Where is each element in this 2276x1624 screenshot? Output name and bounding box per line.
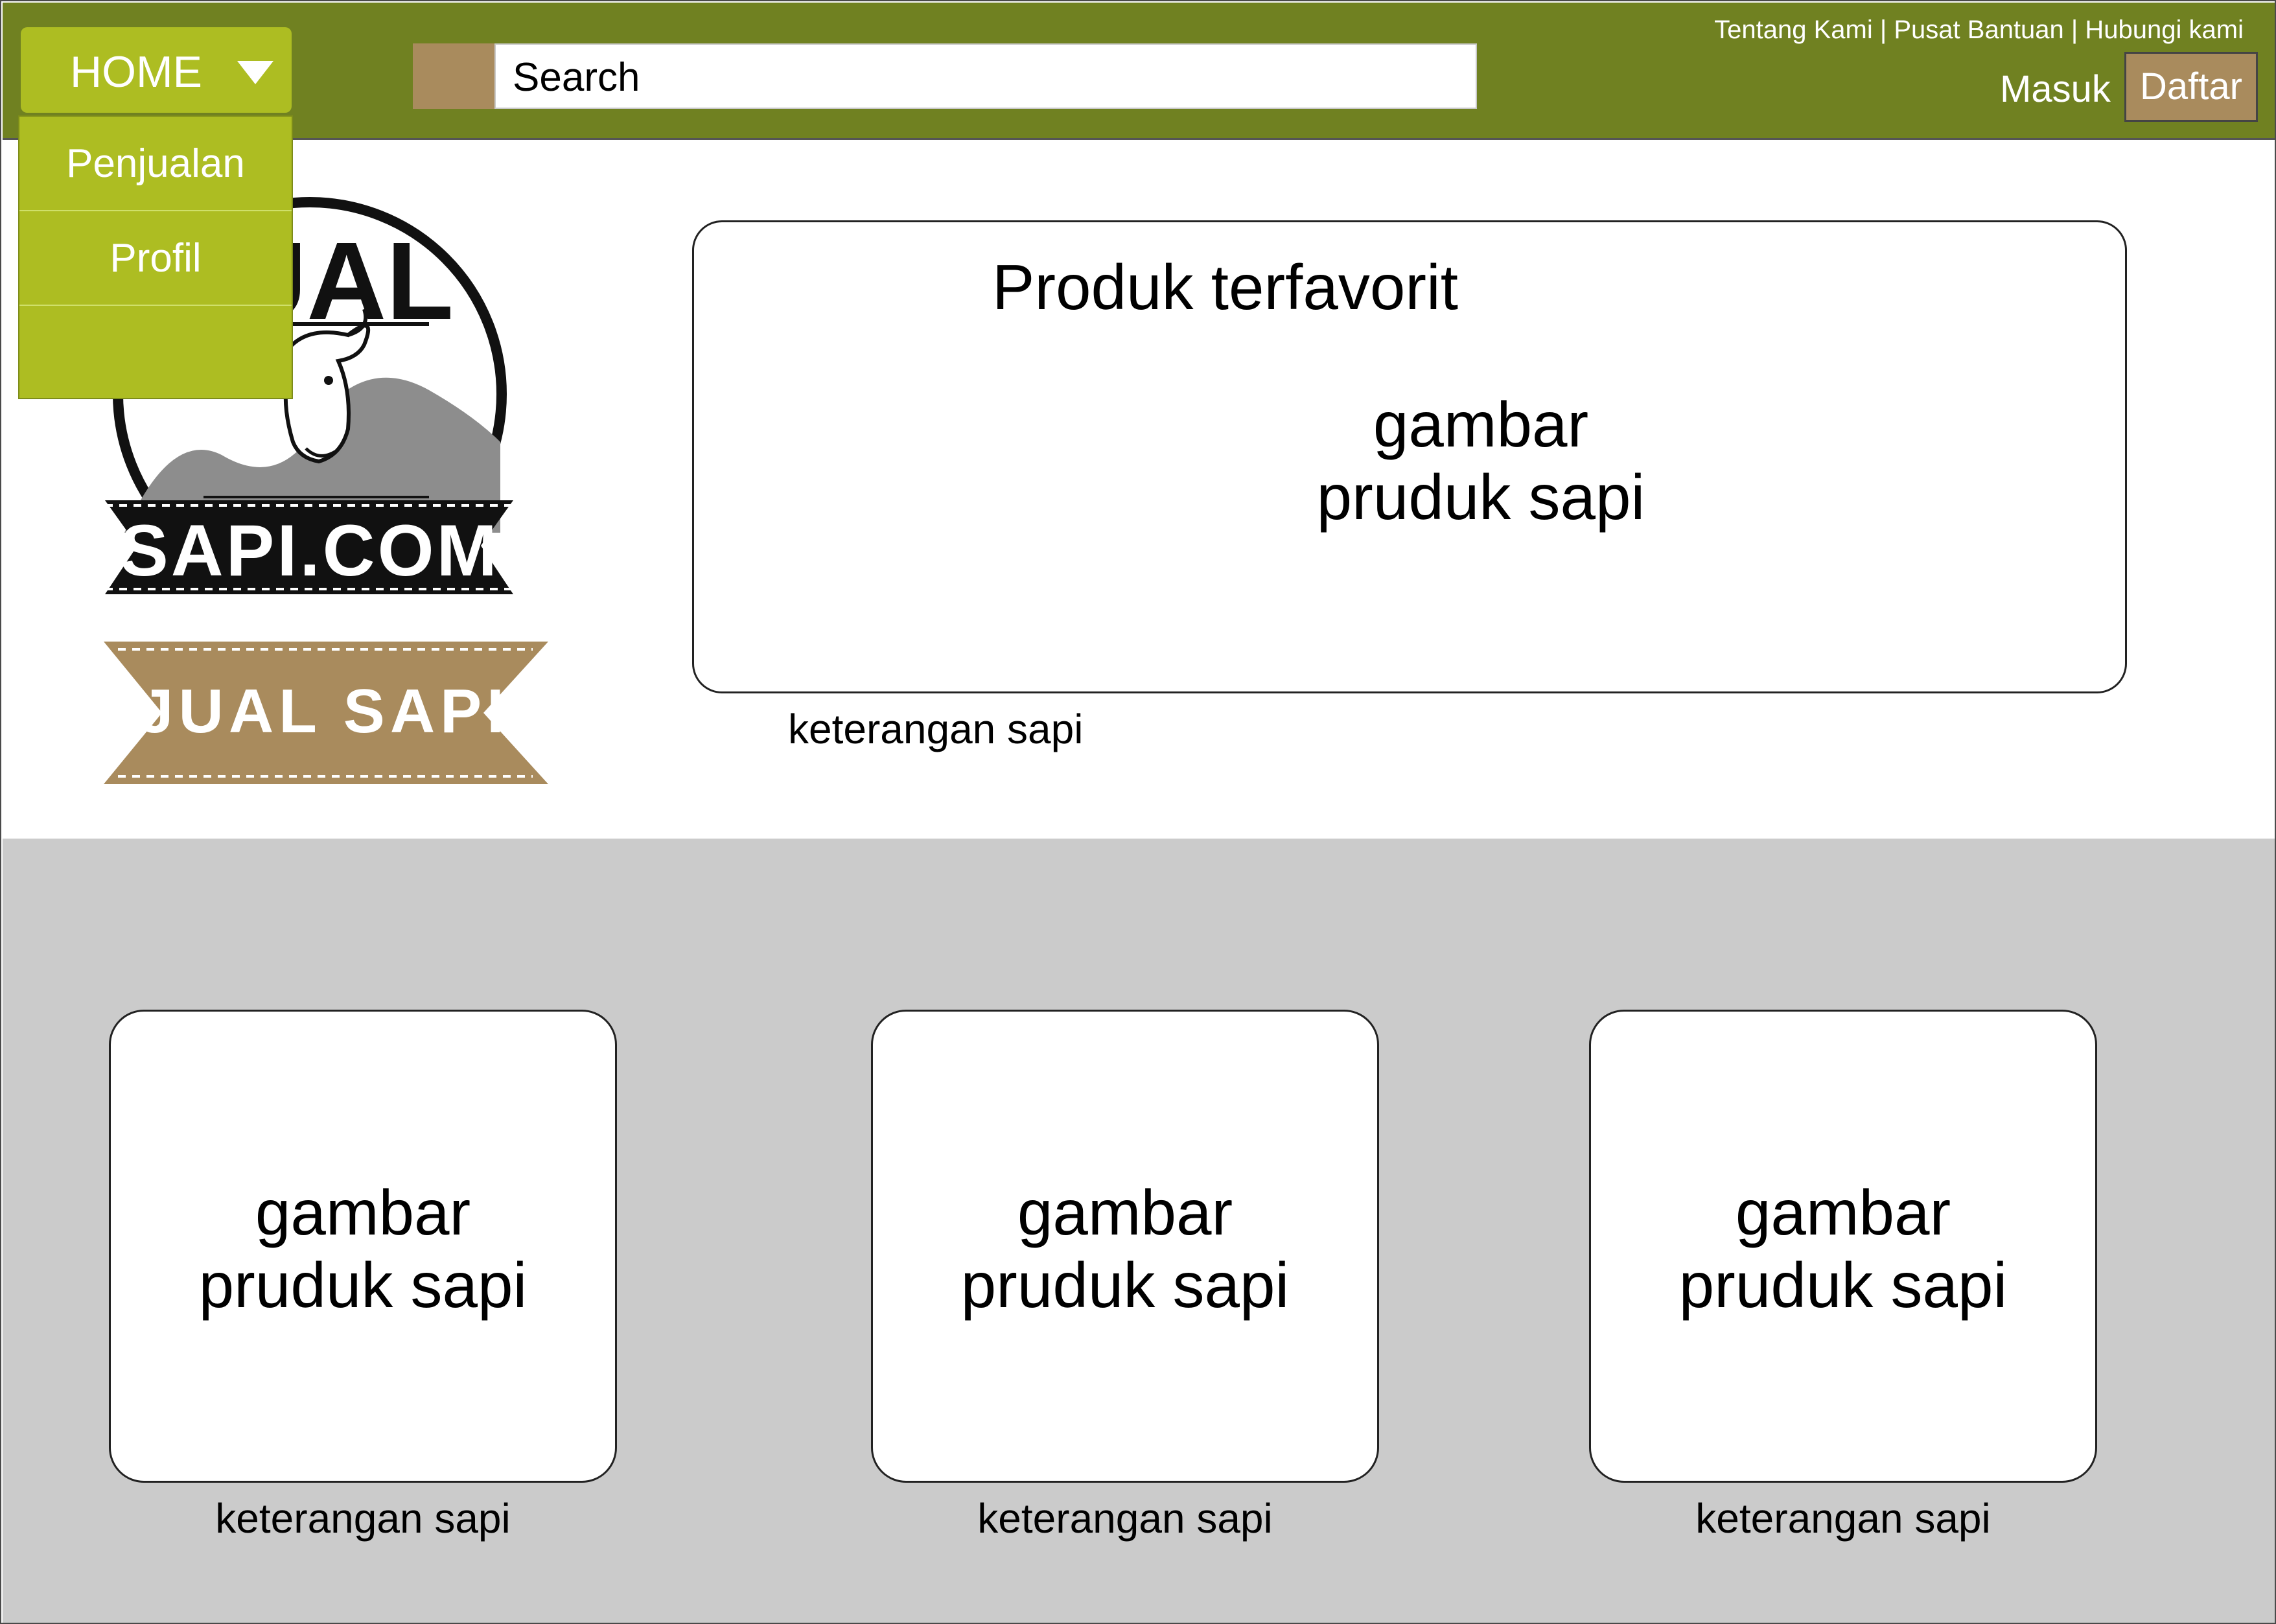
product-caption: keterangan sapi <box>215 1495 511 1542</box>
link-hubungi-kami[interactable]: Hubungi kami <box>2085 16 2244 44</box>
product-caption: keterangan sapi <box>977 1495 1273 1542</box>
product-card[interactable]: gambar pruduk sapi <box>871 1010 1379 1483</box>
link-tentang-kami[interactable]: Tentang Kami <box>1714 16 1873 44</box>
search-bar: Search <box>413 43 1480 109</box>
top-links: Tentang Kami | Pusat Bantuan | Hubungi k… <box>1714 16 2244 45</box>
product-caption: keterangan sapi <box>1695 1495 1991 1542</box>
link-separator: | <box>1872 16 1894 44</box>
link-separator: | <box>2063 16 2085 44</box>
caret-down-icon <box>237 61 273 84</box>
top-header-bar: Tentang Kami | Pusat Bantuan | Hubungi k… <box>3 3 2275 140</box>
search-button[interactable] <box>413 43 494 109</box>
home-label: HOME <box>70 47 202 97</box>
logo-brand-text: SAPI.COM <box>120 510 500 591</box>
product-image-placeholder: gambar pruduk sapi <box>1678 1177 2008 1321</box>
menu-item-profil[interactable]: Profil <box>19 211 292 306</box>
search-input[interactable]: Search <box>494 43 1477 109</box>
login-link[interactable]: Masuk <box>2000 67 2111 111</box>
home-menu-button[interactable]: HOME <box>21 27 292 113</box>
featured-title: Produk terfavorit <box>992 251 1458 323</box>
menu-item-empty[interactable] <box>19 306 292 400</box>
product-image-placeholder: gambar pruduk sapi <box>960 1177 1290 1321</box>
home-dropdown-menu: Penjualan Profil <box>18 115 293 399</box>
link-pusat-bantuan[interactable]: Pusat Bantuan <box>1894 16 2063 44</box>
product-image-placeholder: gambar pruduk sapi <box>198 1177 528 1321</box>
product-card[interactable]: gambar pruduk sapi <box>109 1010 617 1483</box>
product-card[interactable]: gambar pruduk sapi <box>1589 1010 2097 1483</box>
page-frame: Tentang Kami | Pusat Bantuan | Hubungi k… <box>0 0 2276 1624</box>
featured-caption: keterangan sapi <box>788 706 1084 752</box>
menu-item-penjualan[interactable]: Penjualan <box>19 117 292 211</box>
featured-image-placeholder: gambar pruduk sapi <box>1316 389 1645 533</box>
featured-product-panel[interactable]: Produk terfavorit gambar pruduk sapi <box>692 220 2127 693</box>
logo-ribbon-text: JUAL SAPI <box>139 677 509 746</box>
register-button[interactable]: Daftar <box>2124 52 2258 122</box>
